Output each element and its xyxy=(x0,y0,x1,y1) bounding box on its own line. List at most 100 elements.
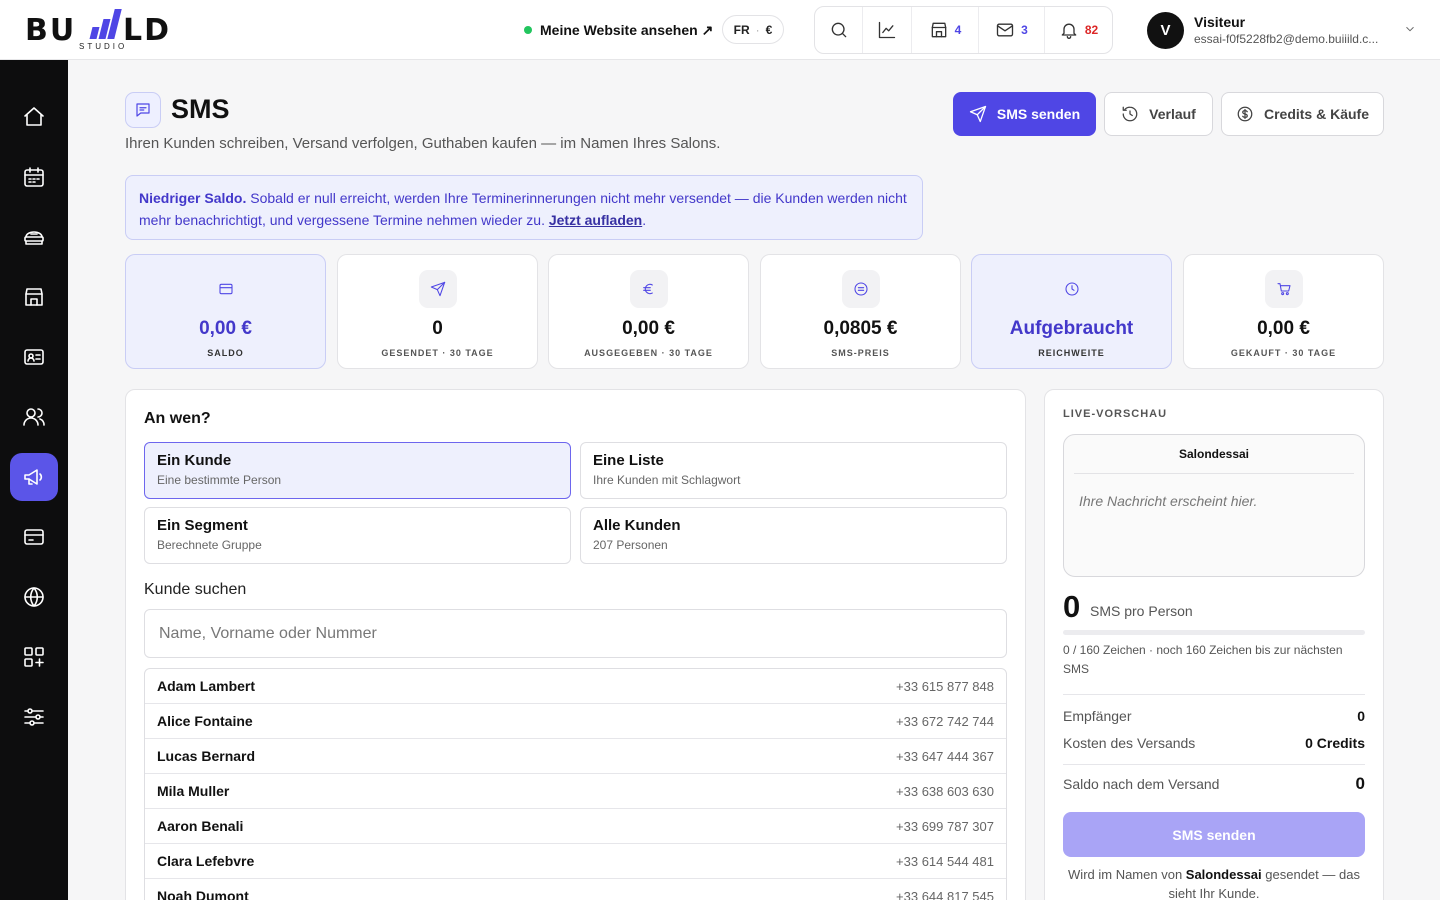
audience-option-all-customers[interactable]: Alle Kunden 207 Personen xyxy=(580,507,1007,564)
sidebar-item-home[interactable] xyxy=(10,93,58,141)
stat-value: 0,00 € xyxy=(1257,318,1310,339)
user-name: Visiteur xyxy=(1194,14,1246,30)
list-item[interactable]: Lucas Bernard +33 647 444 367 xyxy=(145,739,1006,774)
stat-label: GEKAUFT · 30 TAGE xyxy=(1230,348,1337,358)
quick-actions-group: 4 3 82 xyxy=(814,6,1113,54)
chat-icon xyxy=(136,103,150,117)
history-icon xyxy=(1122,106,1138,122)
send-icon xyxy=(969,105,987,123)
user-email: essai-f0f5228fb2@demo.buiiild.c... xyxy=(1194,32,1379,46)
user-menu[interactable]: V Visiteur essai-f0f5228fb2@demo.buiiild… xyxy=(1147,11,1417,49)
stat-label: GESENDET · 30 TAGE xyxy=(381,348,494,358)
notifications-button[interactable]: 82 xyxy=(1045,7,1112,53)
stat-card-purchased: 0,00 € GEKAUFT · 30 TAGE xyxy=(1183,254,1384,369)
sidebar-item-services[interactable] xyxy=(10,213,58,261)
list-item[interactable]: Aaron Benali +33 699 787 307 xyxy=(145,809,1006,844)
customer-name: Adam Lambert xyxy=(157,678,256,694)
list-item[interactable]: Adam Lambert +33 615 877 848 xyxy=(145,669,1006,704)
sms-count-label: SMS pro Person xyxy=(1090,603,1193,619)
chevron-down-icon xyxy=(1406,26,1414,32)
language-code: FR xyxy=(733,22,750,37)
audience-option-list[interactable]: Eine Liste Ihre Kunden mit Schlagwort xyxy=(580,442,1007,499)
top-bar: BU LD STUDIO Meine Website ansehen ↗ FR … xyxy=(0,0,1440,60)
apps-icon xyxy=(24,647,44,667)
avatar: V xyxy=(1147,11,1184,49)
card-icon xyxy=(218,283,233,295)
customer-name: Noah Dumont xyxy=(157,888,249,900)
brand-logo[interactable]: BU LD STUDIO xyxy=(25,9,185,53)
cost-value: 0 Credits xyxy=(1305,735,1365,751)
sidebar-item-payments[interactable] xyxy=(10,513,58,561)
id-card-icon xyxy=(24,349,44,365)
customer-phone: +33 672 742 744 xyxy=(896,713,994,729)
phone-preview: Salondessai Ihre Nachricht erscheint hie… xyxy=(1063,434,1365,577)
stat-value: 0 xyxy=(432,318,443,339)
sidebar-item-store[interactable] xyxy=(10,273,58,321)
search-button[interactable] xyxy=(815,7,863,53)
customer-phone: +33 614 544 481 xyxy=(896,853,994,869)
view-website-link[interactable]: Meine Website ansehen ↗ xyxy=(524,19,713,41)
stat-value: 0,00 € xyxy=(622,318,675,339)
coin-icon xyxy=(1237,106,1253,122)
bell-icon xyxy=(1061,23,1077,39)
audience-option-segment[interactable]: Ein Segment Berechnete Gruppe xyxy=(144,507,571,564)
audience-option-one-customer[interactable]: Ein Kunde Eine bestimmte Person xyxy=(144,442,571,499)
preview-heading: LIVE-VORSCHAU xyxy=(1063,408,1168,420)
send-sms-submit-button[interactable]: SMS senden xyxy=(1063,812,1365,857)
list-item[interactable]: Clara Lefebvre +33 614 544 481 xyxy=(145,844,1006,879)
list-item[interactable]: Alice Fontaine +33 672 742 744 xyxy=(145,704,1006,739)
sms-title-icon xyxy=(125,92,161,128)
balance-after-row: Saldo nach dem Versand 0 xyxy=(1063,774,1365,793)
cost-row: Kosten des Versands 0 Credits xyxy=(1063,735,1365,751)
sender-note-name: Salondessai xyxy=(1185,867,1262,882)
euro-icon xyxy=(642,283,653,295)
view-website-label: Meine Website ansehen ↗ xyxy=(540,21,714,38)
customer-search-label: Kunde suchen xyxy=(144,581,247,598)
sidebar-item-website[interactable] xyxy=(10,573,58,621)
logo-text-right: LD xyxy=(123,13,172,48)
character-counter: 0 / 160 Zeichen · noch 160 Zeichen bis z… xyxy=(1063,643,1343,676)
mail-icon xyxy=(996,23,1014,37)
globe-icon xyxy=(24,587,44,607)
notifications-count: 82 xyxy=(1084,23,1099,37)
sidebar-item-customers[interactable] xyxy=(10,393,58,441)
sidebar-item-marketing[interactable] xyxy=(10,453,58,501)
home-icon xyxy=(24,107,44,126)
sidebar-item-settings[interactable] xyxy=(10,693,58,741)
top-up-link[interactable]: Jetzt aufladen xyxy=(549,212,642,228)
language-currency-selector[interactable]: FR · € xyxy=(722,15,784,44)
users-icon xyxy=(23,408,45,426)
messages-button[interactable]: 3 xyxy=(979,7,1045,53)
list-item[interactable]: Mila Muller +33 638 603 630 xyxy=(145,774,1006,809)
sidebar-item-apps[interactable] xyxy=(10,633,58,681)
online-status-dot xyxy=(524,26,532,34)
chart-icon xyxy=(878,21,896,39)
sender-note: Wird im Namen von Salondessai gesendet —… xyxy=(1068,867,1360,900)
clock-icon xyxy=(1064,282,1079,296)
customer-phone: +33 699 787 307 xyxy=(896,818,994,834)
sidebar-item-staff[interactable] xyxy=(10,333,58,381)
shop-count: 4 xyxy=(954,23,962,37)
page-subtitle: Ihren Kunden schreiben, Versand verfolge… xyxy=(125,135,721,152)
services-icon xyxy=(24,231,44,245)
list-item[interactable]: Noah Dumont +33 644 817 545 xyxy=(145,879,1006,900)
sidebar-item-calendar[interactable] xyxy=(10,153,58,201)
customer-name: Mila Muller xyxy=(157,783,230,799)
send-icon xyxy=(430,281,445,297)
divider xyxy=(1063,764,1365,765)
credits-purchases-button[interactable]: Credits & Käufe xyxy=(1221,92,1384,136)
shop-button[interactable]: 4 xyxy=(912,7,979,53)
stat-card-balance: 0,00 € SALDO xyxy=(125,254,326,369)
analytics-button[interactable] xyxy=(863,7,912,53)
stat-card-reach: Aufgebraucht REICHWEITE xyxy=(971,254,1172,369)
messages-count: 3 xyxy=(1021,23,1028,37)
customer-search-input[interactable] xyxy=(144,609,1007,658)
sidebar xyxy=(0,60,68,900)
stat-label: SALDO xyxy=(207,348,244,358)
logo-text-left: BU xyxy=(25,13,77,48)
stat-value: 0,00 € xyxy=(199,318,252,339)
divider xyxy=(1063,694,1365,695)
customer-name: Alice Fontaine xyxy=(157,713,253,729)
history-button[interactable]: Verlauf xyxy=(1104,92,1213,136)
send-sms-button[interactable]: SMS senden xyxy=(953,92,1096,136)
